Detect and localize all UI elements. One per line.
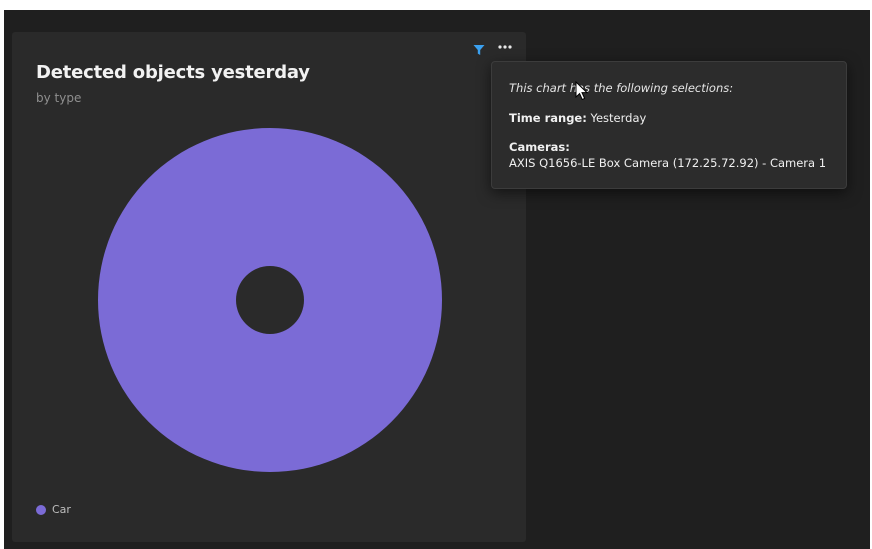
legend-label-car: Car <box>52 503 71 516</box>
time-range-row: Time range: Yesterday <box>509 111 646 125</box>
time-range-value: Yesterday <box>590 111 647 125</box>
cameras-label: Cameras: <box>509 140 570 154</box>
chart-subtitle: by type <box>36 91 82 105</box>
legend-swatch-car <box>36 504 46 515</box>
screen: Detected objects yesterday by type Car T… <box>0 0 872 549</box>
more-options-icon[interactable] <box>497 39 513 53</box>
tooltip-intro: This chart has the following selections: <box>509 81 734 95</box>
donut-hole <box>236 266 304 334</box>
mouse-cursor-icon <box>575 81 589 101</box>
chart-legend: Car <box>36 503 71 516</box>
chart-title: Detected objects yesterday <box>36 62 310 83</box>
time-range-label: Time range: <box>509 111 587 125</box>
cameras-value: AXIS Q1656-LE Box Camera (172.25.72.92) … <box>509 156 827 170</box>
filter-icon[interactable] <box>473 41 485 55</box>
selection-tooltip: This chart has the following selections:… <box>491 61 847 189</box>
donut-chart <box>98 128 442 472</box>
